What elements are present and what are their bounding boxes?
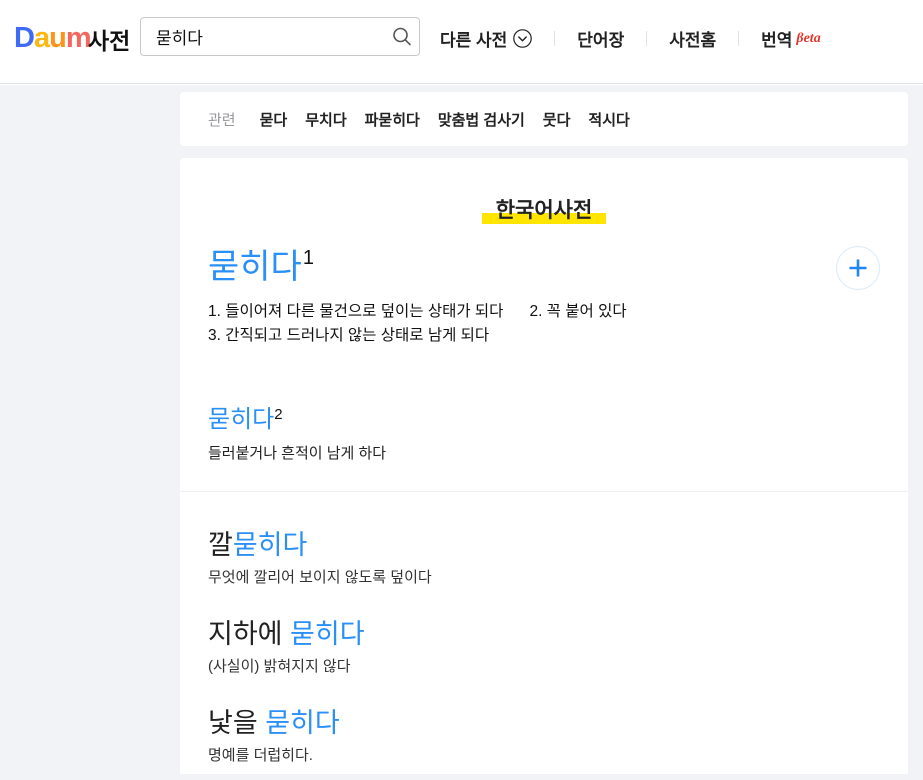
headword-link[interactable]: 묻히다: [290, 619, 365, 649]
definition-item: 1. 들이어져 다른 물건으로 덮이는 상태가 되다: [208, 300, 503, 324]
nav-separator: [738, 31, 739, 46]
related-label: 관련: [208, 109, 236, 130]
content-column: 관련 묻다 무치다 파묻히다 맞춤법 검사기 뭇다 적시다 한국어사전 묻히다1: [180, 85, 908, 774]
related-word-link[interactable]: 맞춤법 검사기: [438, 109, 525, 130]
sub-entry-definition: (사실이) 밝혀지지 않다: [208, 656, 880, 678]
nav-separator: [554, 31, 555, 46]
page-background: 관련 묻다 무치다 파묻히다 맞춤법 검사기 뭇다 적시다 한국어사전 묻히다1: [0, 85, 923, 780]
daum-logo-text: Daum: [14, 24, 91, 53]
headword-text: 묻히다: [208, 248, 302, 286]
logo-letter-u: u: [49, 22, 66, 54]
sub-entry: 지하에 묻히다 (사실이) 밝혀지지 않다: [208, 617, 880, 678]
service-title[interactable]: 사전: [88, 22, 130, 56]
entry-definitions-1: 1. 들이어져 다른 물건으로 덮이는 상태가 되다 2. 꼭 붙어 있다 3. …: [208, 300, 880, 348]
search-result-card: 한국어사전 묻히다1: [180, 158, 908, 774]
nav-label: 사전홈: [669, 26, 716, 51]
sub-entry-definition: 명예를 더럽히다.: [208, 745, 880, 767]
korean-dictionary-section: 한국어사전 묻히다1: [180, 158, 908, 492]
entry-row-1: 묻히다1: [208, 246, 880, 294]
beta-badge: βeta: [796, 31, 820, 47]
search-icon: [391, 26, 413, 48]
headline-prefix: 깔: [208, 530, 233, 560]
search-input[interactable]: [141, 27, 385, 47]
nav-label: 번역: [761, 26, 792, 51]
related-word-link[interactable]: 파묻히다: [365, 109, 420, 130]
nav-separator: [646, 31, 647, 46]
headword-link[interactable]: 묻히다: [265, 708, 340, 738]
headword-link[interactable]: 묻히다: [233, 530, 308, 560]
sub-entry-definition: 무엇에 깔리어 보이지 않도록 덮이다: [208, 567, 880, 589]
nav-item-translation[interactable]: 번역 βeta: [761, 26, 821, 51]
headword-link-1[interactable]: 묻히다1: [208, 246, 314, 288]
chevron-down-icon: [513, 29, 532, 48]
nav-item-dictionary-home[interactable]: 사전홈: [669, 26, 716, 51]
sub-entry-headline: 지하에 묻히다: [208, 617, 880, 651]
nav-item-other-dictionaries[interactable]: 다른 사전: [440, 26, 532, 51]
top-navigation: 다른 사전 단어장 사전홈 번역 βeta: [440, 26, 821, 51]
nav-label: 단어장: [577, 26, 624, 51]
search-button[interactable]: [385, 18, 419, 55]
top-header: Daum 사전 다른 사전 단어장: [0, 0, 923, 84]
section-title-korean-dictionary[interactable]: 한국어사전: [496, 194, 593, 224]
section-title-text: 한국어사전: [496, 199, 593, 222]
sub-entry-headline: 낯을 묻히다: [208, 706, 880, 740]
sub-entry: 깔묻히다 무엇에 깔리어 보이지 않도록 덮이다: [208, 528, 880, 589]
related-words-bar: 관련 묻다 무치다 파묻히다 맞춤법 검사기 뭇다 적시다: [180, 92, 908, 146]
nav-item-wordbook[interactable]: 단어장: [577, 26, 624, 51]
related-word-link[interactable]: 뭇다: [543, 109, 571, 130]
add-to-wordbook-button[interactable]: [836, 246, 880, 290]
headword-link-2[interactable]: 묻히다2: [208, 400, 880, 435]
headword-text: 묻히다: [208, 406, 274, 433]
definition-item: 3. 간직되고 드러나지 않는 상태로 남게 되다: [208, 324, 489, 348]
definition-item: 들러붙거나 흔적이 남게 하다: [208, 443, 880, 465]
entry-row-2: 묻히다2 들러붙거나 흔적이 남게 하다: [208, 400, 880, 465]
homonym-superscript: 1: [303, 247, 314, 269]
logo-letter-a: a: [34, 22, 49, 54]
headline-prefix: 낯을: [208, 708, 265, 738]
related-word-link[interactable]: 적시다: [588, 109, 629, 130]
headline-prefix: 지하에: [208, 619, 290, 649]
sub-entry: 낯을 묻히다 명예를 더럽히다.: [208, 706, 880, 767]
definition-item: 2. 꼭 붙어 있다: [529, 300, 626, 324]
search-box: [140, 17, 420, 56]
logo-letter-m: m: [66, 22, 91, 54]
related-word-link[interactable]: 무치다: [305, 109, 346, 130]
plus-icon: [847, 257, 869, 279]
daum-logo[interactable]: Daum: [14, 24, 91, 53]
logo-letter-d: D: [14, 22, 34, 54]
sub-entry-headline: 깔묻히다: [208, 528, 880, 562]
compound-entries-section: 깔묻히다 무엇에 깔리어 보이지 않도록 덮이다 지하에 묻히다 (사실이) 밝…: [180, 492, 908, 767]
related-word-link[interactable]: 묻다: [260, 109, 288, 130]
homonym-superscript: 2: [274, 406, 282, 423]
nav-label: 다른 사전: [440, 26, 507, 51]
